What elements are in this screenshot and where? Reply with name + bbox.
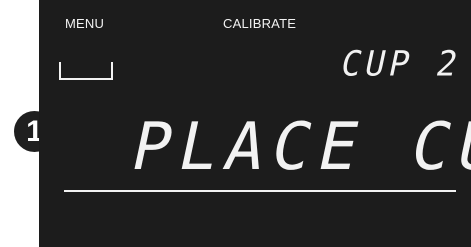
calibrate-screen-illustration: 1 MENU CALIBRATE CUP 2 PLACE CUP	[0, 0, 471, 247]
display-divider	[64, 190, 456, 192]
empty-softkey-bracket-icon	[59, 62, 113, 80]
instruction-message: PLACE CUP	[124, 110, 471, 186]
menu-softkey-label[interactable]: MENU	[65, 16, 104, 31]
lcd-display: MENU CALIBRATE CUP 2 PLACE CUP	[39, 0, 471, 247]
cup-indicator: CUP 2	[337, 43, 466, 84]
screen-title: CALIBRATE	[223, 16, 297, 31]
